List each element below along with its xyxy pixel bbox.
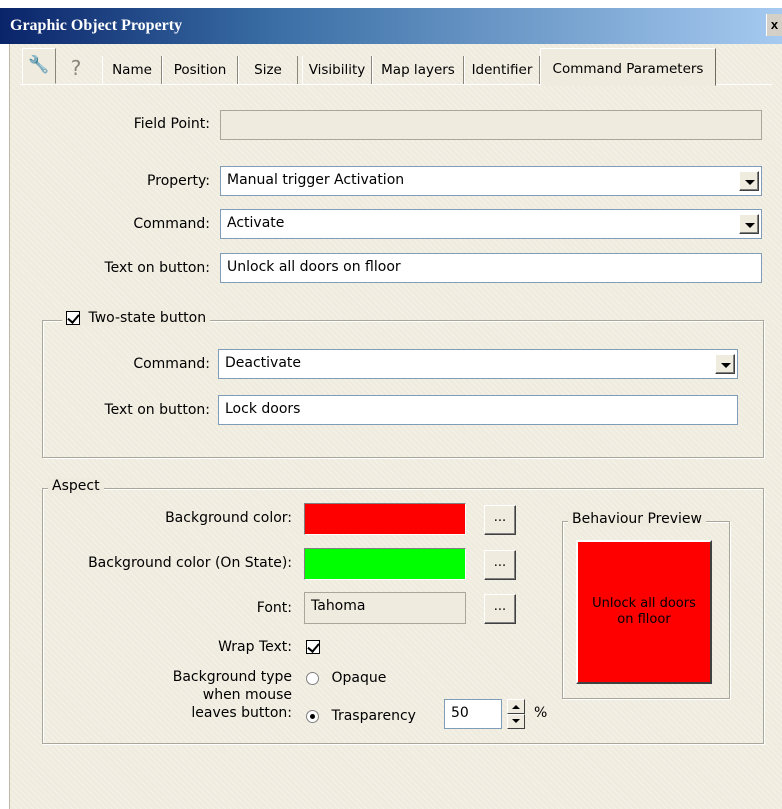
spin-down-icon[interactable] <box>507 714 525 729</box>
field-point-input[interactable] <box>220 110 762 140</box>
command-value: Activate <box>227 215 285 231</box>
spin-up-icon[interactable] <box>507 699 525 714</box>
background-color-label: Background color: <box>165 510 292 526</box>
wrench-icon: 🔧 <box>28 55 50 75</box>
chevron-down-icon[interactable] <box>739 214 759 234</box>
two-state-command-label: Command: <box>133 356 210 372</box>
two-state-text-label: Text on button: <box>104 402 210 418</box>
transparency-option[interactable]: Trasparency <box>306 708 416 724</box>
background-color-on-swatch[interactable] <box>304 548 466 580</box>
transparency-radio[interactable] <box>306 709 319 723</box>
background-color-on-label: Background color (On State): <box>88 555 292 571</box>
opaque-label: Opaque <box>331 670 387 686</box>
opaque-option[interactable]: Opaque <box>306 670 386 686</box>
tab-help[interactable]: ? <box>56 50 96 80</box>
property-select[interactable]: Manual trigger Activation <box>220 166 762 196</box>
command-select[interactable]: Activate <box>220 209 762 239</box>
question-icon: ? <box>70 56 82 80</box>
transparency-input[interactable]: 50 <box>444 699 502 729</box>
chevron-down-icon[interactable] <box>739 171 759 191</box>
property-label: Property: <box>147 173 210 189</box>
window-title: Graphic Object Property <box>10 17 183 34</box>
background-type-label: Background type when mouse leaves button… <box>172 669 292 721</box>
two-state-command-value: Deactivate <box>225 355 302 371</box>
property-value: Manual trigger Activation <box>227 172 405 188</box>
background-color-browse-button[interactable]: ... <box>484 505 516 535</box>
tab-map-layers[interactable]: Map layers <box>372 56 464 84</box>
two-state-group <box>42 320 764 458</box>
wrap-text-label: Wrap Text: <box>218 639 292 655</box>
two-state-checkbox[interactable] <box>66 311 80 325</box>
tab-visibility[interactable]: Visibility <box>302 56 372 84</box>
background-color-swatch[interactable] <box>304 503 466 535</box>
preview-button[interactable]: Unlock all doors on flloor <box>576 540 712 684</box>
two-state-label: Two-state button <box>88 310 207 326</box>
two-state-command-select[interactable]: Deactivate <box>218 349 738 379</box>
dialog-body: 🔧 ? Name Position Size Visibility Map la… <box>9 44 782 809</box>
text-on-button-input[interactable]: Unlock all doors on flloor <box>220 253 762 283</box>
font-field[interactable]: Tahoma <box>304 592 466 624</box>
font-label: Font: <box>256 600 292 616</box>
tab-command-parameters[interactable]: Command Parameters <box>540 48 716 86</box>
opaque-radio[interactable] <box>306 671 319 685</box>
tab-general[interactable]: 🔧 <box>22 48 56 84</box>
two-state-text-input[interactable]: Lock doors <box>218 395 738 425</box>
percent-label: % <box>534 705 548 721</box>
wrap-text-checkbox[interactable] <box>306 640 320 654</box>
tab-position[interactable]: Position <box>162 56 238 84</box>
tab-name[interactable]: Name <box>102 56 162 84</box>
tab-size[interactable]: Size <box>238 56 298 84</box>
tab-identifier[interactable]: Identifier <box>464 56 540 84</box>
command-label: Command: <box>133 216 210 232</box>
font-browse-button[interactable]: ... <box>484 594 516 624</box>
transparency-label: Trasparency <box>331 708 416 724</box>
field-point-label: Field Point: <box>133 116 210 132</box>
close-button[interactable]: x <box>766 14 782 36</box>
chevron-down-icon[interactable] <box>715 354 735 374</box>
aspect-legend: Aspect <box>48 478 104 494</box>
background-color-on-browse-button[interactable]: ... <box>484 550 516 580</box>
tab-strip: 🔧 ? Name Position Size Visibility Map la… <box>20 46 780 86</box>
text-on-button-label: Text on button: <box>104 260 210 276</box>
title-bar: Graphic Object Property x <box>0 8 782 44</box>
transparency-spinner[interactable] <box>507 699 525 729</box>
two-state-legend[interactable]: Two-state button <box>62 310 211 326</box>
behaviour-preview-legend: Behaviour Preview <box>568 511 706 527</box>
